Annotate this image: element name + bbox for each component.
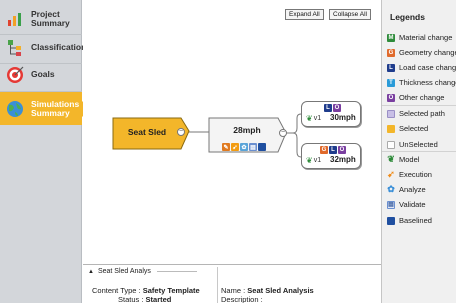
target-icon — [4, 64, 26, 86]
legend-item: Selected — [387, 124, 428, 133]
connector-line — [292, 132, 302, 158]
validate-icon: ▤ — [387, 200, 395, 209]
version-label: ❦ v1 — [306, 156, 322, 165]
description-row: Description : — [221, 295, 263, 303]
collapse-toggle[interactable]: − — [177, 128, 185, 136]
legend-title: Legends — [390, 12, 425, 22]
flow-node-28mph[interactable]: 28mph ✎ ➹ ✿ ▤ — [208, 116, 286, 157]
divider — [382, 151, 456, 152]
other-change-badge: O — [338, 146, 346, 154]
selected-swatch — [387, 124, 395, 133]
legend-item: L Load case change — [387, 63, 456, 72]
node-label: 32mph — [330, 155, 356, 164]
node-label: 30mph — [330, 113, 356, 122]
divider — [382, 105, 456, 106]
sidebar: Project Summary Classification Goals Sim… — [0, 0, 90, 303]
content-type-row: Content Type : Safety Template — [92, 286, 200, 295]
execution-icon: ➹ — [231, 143, 239, 151]
validate-icon: ▤ — [249, 143, 257, 151]
collapse-toggle[interactable]: − — [279, 129, 287, 137]
geometry-badge: G — [320, 146, 328, 154]
legend-item: G Geometry change — [387, 48, 456, 57]
analyze-icon: ✿ — [387, 184, 395, 194]
load-case-badge: L — [329, 146, 337, 154]
node-status-icons: ✎ ➹ ✿ ▤ — [222, 143, 266, 151]
legend-item: ✿ Analyze — [387, 184, 426, 194]
sidebar-item-label: Simulations Summary — [31, 98, 80, 118]
thickness-change-icon: T — [387, 78, 395, 87]
sidebar-item-label: Project Summary — [31, 8, 70, 28]
details-panel: ▲ Seat Sled Analys Content Type : Safety… — [83, 264, 381, 303]
model-icon: ❦ — [306, 156, 313, 165]
legend-item: ▤ Validate — [387, 200, 426, 209]
change-badges: L O — [324, 104, 341, 112]
bar-chart-icon — [4, 8, 26, 30]
node-label: Seat Sled — [127, 127, 167, 137]
legend-item: Selected path — [387, 109, 445, 118]
legend-panel: Legends M Material change G Geometry chang… — [381, 0, 456, 303]
version-label: ❦ v1 — [306, 114, 322, 123]
flow-node-30mph[interactable]: L O ❦ v1 30mph — [301, 101, 361, 127]
globe-icon — [4, 98, 26, 120]
geometry-change-icon: G — [387, 48, 395, 57]
simulation-flow-canvas: Expand All Collapse All Seat Sled − 28mp… — [83, 0, 381, 303]
unselected-swatch — [387, 140, 395, 149]
execution-icon: ➹ — [387, 169, 395, 179]
legend-item: ➹ Execution — [387, 169, 432, 179]
legend-item: O Other change — [387, 93, 445, 102]
legend-item: ❦ Model — [387, 154, 420, 164]
legend-item: Baselined — [387, 216, 432, 225]
sidebar-item-label: Classification — [31, 42, 87, 52]
model-icon: ❦ — [306, 114, 313, 123]
node-label: 28mph — [233, 125, 261, 135]
sidebar-item-simulations-summary[interactable]: Simulations Summary — [0, 92, 90, 125]
details-header[interactable]: ▲ Seat Sled Analys — [88, 268, 197, 275]
other-change-icon: O — [387, 93, 395, 102]
other-change-badge: O — [333, 104, 341, 112]
name-row: Name : Seat Sled Analysis — [221, 286, 314, 295]
model-icon: ❦ — [387, 154, 395, 164]
legend-item: UnSelected — [387, 140, 438, 149]
sidebar-item-label: Goals — [31, 69, 55, 79]
baselined-icon — [387, 216, 395, 225]
divider — [217, 267, 218, 303]
connector-line — [286, 113, 302, 134]
hierarchy-icon — [4, 37, 26, 59]
material-change-icon: M — [387, 33, 395, 42]
legend-item: T Thickness change — [387, 78, 456, 87]
flow-node-32mph[interactable]: G L O ❦ v1 32mph — [301, 143, 361, 169]
load-case-badge: L — [324, 104, 332, 112]
collapse-triangle-icon[interactable]: ▲ — [88, 269, 94, 275]
legend-item: M Material change — [387, 33, 453, 42]
load-case-change-icon: L — [387, 63, 395, 72]
status-row: Status : Started — [118, 295, 172, 303]
baselined-icon — [258, 143, 266, 151]
selected-path-swatch — [387, 109, 395, 118]
sidebar-item-goals[interactable]: Goals — [0, 58, 82, 91]
model-icon: ✎ — [222, 143, 230, 151]
change-badges: G L O — [320, 146, 346, 154]
analyze-icon: ✿ — [240, 143, 248, 151]
